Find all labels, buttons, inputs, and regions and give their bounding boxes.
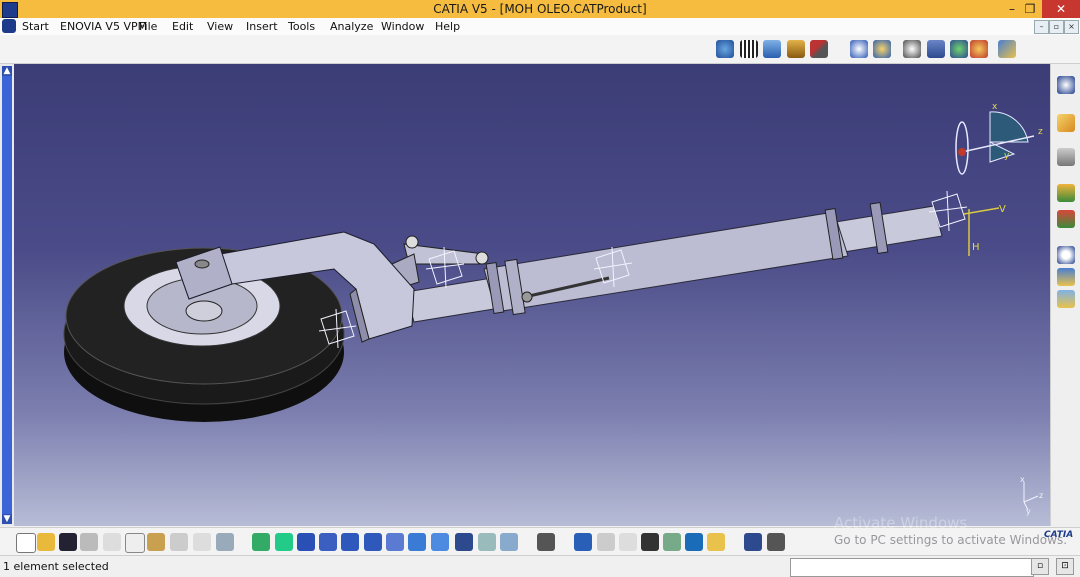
doc-close-button[interactable]: × bbox=[1064, 20, 1079, 34]
command-input[interactable] bbox=[790, 558, 1034, 577]
snap-icon[interactable] bbox=[1057, 290, 1075, 308]
apply-material-icon[interactable] bbox=[685, 533, 703, 551]
target-icon[interactable] bbox=[574, 533, 592, 551]
catia-compass-icon[interactable] bbox=[1057, 76, 1075, 94]
start-icon bbox=[2, 19, 16, 33]
rotate-view-icon[interactable] bbox=[319, 533, 337, 551]
paste-icon[interactable] bbox=[147, 533, 165, 551]
corner-axis-triad: x z y bbox=[1020, 475, 1043, 516]
analyze-icon[interactable] bbox=[950, 40, 968, 58]
tools-icon[interactable] bbox=[810, 40, 828, 58]
status-text: 1 element selected bbox=[3, 560, 109, 573]
left-scrollbar[interactable]: ▲ ▼ bbox=[0, 64, 14, 526]
model-canvas: V H x y z x z y bbox=[63, 102, 1043, 516]
fit-all-icon[interactable] bbox=[275, 533, 293, 551]
assembly-icon[interactable] bbox=[1057, 148, 1075, 166]
swap-space-icon[interactable] bbox=[500, 533, 518, 551]
render-icon[interactable] bbox=[663, 533, 681, 551]
multi-view-icon[interactable] bbox=[408, 533, 426, 551]
fly-icon[interactable] bbox=[252, 533, 270, 551]
whats-this-icon[interactable] bbox=[216, 533, 234, 551]
power-input-button[interactable]: ⊡ bbox=[1056, 558, 1074, 575]
zoom-out-icon[interactable] bbox=[364, 533, 382, 551]
new-icon[interactable] bbox=[16, 533, 36, 553]
copy-icon[interactable] bbox=[125, 533, 145, 553]
save-icon[interactable] bbox=[59, 533, 77, 551]
doc-restore-button[interactable]: ▫ bbox=[1049, 20, 1064, 34]
constraint-icon[interactable] bbox=[927, 40, 945, 58]
rotate-icon[interactable] bbox=[850, 40, 868, 58]
shading-icon[interactable] bbox=[455, 533, 473, 551]
right-toolbar bbox=[1050, 64, 1080, 526]
redo-icon[interactable] bbox=[193, 533, 211, 551]
explode-icon[interactable] bbox=[1057, 268, 1075, 286]
next-icon[interactable] bbox=[619, 533, 637, 551]
restore-button[interactable]: ❐ bbox=[1016, 0, 1044, 18]
menu-window[interactable]: Window bbox=[381, 20, 424, 33]
normal-view-icon[interactable] bbox=[386, 533, 404, 551]
menu-help[interactable]: Help bbox=[435, 20, 460, 33]
hide-show-icon[interactable] bbox=[478, 533, 496, 551]
axis-label-h: H bbox=[972, 242, 980, 253]
menu-tools[interactable]: Tools bbox=[288, 20, 315, 33]
top-toolbar bbox=[0, 35, 1080, 64]
catia-logo: CATIA bbox=[1044, 530, 1074, 540]
scroll-down-arrow[interactable]: ▼ bbox=[2, 514, 12, 524]
watermark-subtitle: Go to PC settings to activate Windows. bbox=[834, 533, 1068, 547]
component-icon[interactable] bbox=[787, 40, 805, 58]
menu-insert[interactable]: Insert bbox=[246, 20, 278, 33]
triad-x-label: x bbox=[1020, 475, 1025, 484]
end-axis-marker: V H bbox=[963, 204, 1006, 256]
compass-widget[interactable]: x y z bbox=[955, 102, 1043, 175]
menu-start[interactable]: Start bbox=[22, 20, 49, 33]
compass-x-label: x bbox=[992, 102, 998, 112]
compass-y-label: y bbox=[1004, 151, 1010, 161]
title-bar: CATIA V5 - [MOH OLEO.CATProduct] – ❐ ✕ bbox=[0, 0, 1080, 18]
print-icon[interactable] bbox=[80, 533, 98, 551]
compass-z-label: z bbox=[1038, 127, 1043, 137]
zoom-in-icon[interactable] bbox=[341, 533, 359, 551]
menu-file[interactable]: File bbox=[139, 20, 157, 33]
cut-icon[interactable] bbox=[103, 533, 121, 551]
view-icon[interactable] bbox=[873, 40, 891, 58]
triad-z-label: z bbox=[1039, 491, 1043, 500]
watermark-title: Activate Windows bbox=[834, 514, 968, 532]
undo-icon[interactable] bbox=[170, 533, 188, 551]
color-icon[interactable] bbox=[707, 533, 725, 551]
axis-label-v: V bbox=[999, 204, 1006, 215]
pan-icon[interactable] bbox=[297, 533, 315, 551]
iso-view-icon[interactable] bbox=[431, 533, 449, 551]
product-icon[interactable] bbox=[763, 40, 781, 58]
snap-tool-icon[interactable] bbox=[970, 40, 988, 58]
select-icon[interactable] bbox=[998, 40, 1016, 58]
menu-enovia[interactable]: ENOVIA V5 VPM bbox=[60, 20, 147, 33]
select-arrow-icon[interactable] bbox=[1057, 114, 1075, 132]
material-icon[interactable] bbox=[1057, 184, 1075, 202]
window-title: CATIA V5 - [MOH OLEO.CATProduct] bbox=[433, 2, 647, 16]
doc-minimize-button[interactable]: – bbox=[1034, 20, 1049, 34]
layer-icon[interactable] bbox=[767, 533, 785, 551]
prev-icon[interactable] bbox=[597, 533, 615, 551]
command-list-button[interactable]: ▫ bbox=[1031, 558, 1049, 575]
status-bar: 1 element selected ▫ ⊡ bbox=[0, 555, 1080, 577]
exchange-icon[interactable] bbox=[744, 533, 762, 551]
menu-bar: Start ENOVIA V5 VPM File Edit View Inser… bbox=[0, 18, 1080, 36]
spring-icon[interactable] bbox=[1057, 246, 1075, 264]
triad-y-label: y bbox=[1026, 507, 1031, 516]
open-icon[interactable] bbox=[37, 533, 55, 551]
3d-viewport[interactable]: V H x y z x z y bbox=[14, 64, 1050, 526]
menu-edit[interactable]: Edit bbox=[172, 20, 193, 33]
catalog-icon[interactable] bbox=[740, 40, 758, 58]
menu-analyze[interactable]: Analyze bbox=[330, 20, 373, 33]
scroll-up-arrow[interactable]: ▲ bbox=[2, 66, 12, 76]
update-all-icon[interactable] bbox=[716, 40, 734, 58]
menu-view[interactable]: View bbox=[207, 20, 233, 33]
manipulate-icon[interactable] bbox=[1057, 210, 1075, 228]
measure-icon[interactable] bbox=[903, 40, 921, 58]
close-button[interactable]: ✕ bbox=[1042, 0, 1080, 18]
scroll-track[interactable] bbox=[2, 74, 12, 514]
magnify-icon[interactable] bbox=[641, 533, 659, 551]
capture-icon[interactable] bbox=[537, 533, 555, 551]
